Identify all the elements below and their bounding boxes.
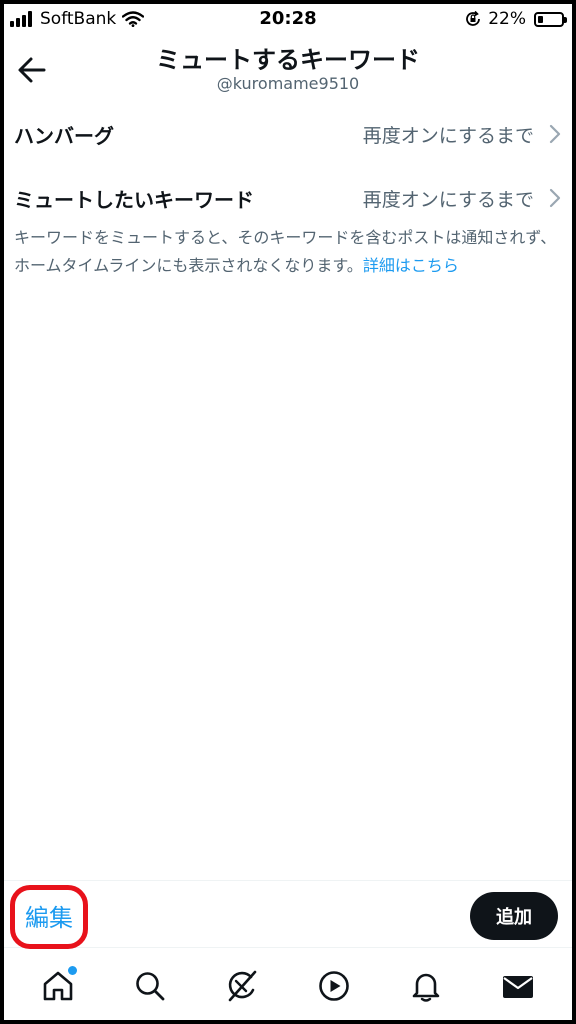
tab-search[interactable] (125, 961, 175, 1011)
status-bar: SoftBank 20:28 22% (4, 4, 572, 36)
mute-info-text: キーワードをミュートすると、そのキーワードを含むポストは通知されず、ホームタイム… (14, 224, 562, 280)
chevron-right-icon (549, 124, 561, 144)
tab-notifications[interactable] (401, 961, 451, 1011)
page-title: ミュートするキーワード (156, 46, 420, 74)
account-handle: @kuromame9510 (216, 74, 360, 93)
keyword-label: ミュートしたいキーワード (14, 187, 254, 212)
bell-icon (412, 973, 440, 1002)
keyword-duration: 再度オンにするまで (362, 124, 534, 147)
play-icon (319, 971, 349, 1001)
battery-level (538, 15, 543, 23)
edit-highlight: 編集 (10, 885, 88, 949)
learn-more-link[interactable]: 詳細はこちら (363, 256, 459, 275)
status-right: 22% (464, 8, 567, 30)
keyword-row[interactable]: ミュートしたいキーワード 再度オンにするまで (4, 168, 572, 228)
tab-messages[interactable] (493, 961, 543, 1011)
orientation-lock-icon (466, 10, 481, 26)
action-bar: 編集 追加 (4, 880, 572, 949)
tab-home[interactable] (33, 961, 83, 1011)
keyword-duration: 再度オンにするまで (362, 188, 534, 211)
mail-icon (503, 976, 533, 998)
notification-dot (68, 966, 77, 975)
battery-percent: 22% (488, 9, 526, 29)
tab-video[interactable] (309, 961, 359, 1011)
keyword-row[interactable]: ハンバーグ 再度オンにするまで (4, 104, 572, 164)
keyword-label: ハンバーグ (14, 123, 114, 148)
search-icon (136, 972, 165, 1001)
chevron-right-icon (549, 188, 561, 208)
info-description: キーワードをミュートすると、そのキーワードを含むポストは通知されず、ホームタイム… (14, 228, 557, 275)
tab-grok[interactable] (217, 961, 267, 1011)
grok-icon (228, 970, 257, 1002)
battery-icon (534, 11, 567, 27)
add-button[interactable]: 追加 (470, 892, 558, 940)
tab-bar (4, 948, 572, 1020)
edit-button[interactable]: 編集 (15, 898, 83, 933)
header: ミュートするキーワード @kuromame9510 (4, 36, 572, 106)
app-frame: SoftBank 20:28 22% ミュートするキーワード @kuromame… (0, 0, 576, 1024)
